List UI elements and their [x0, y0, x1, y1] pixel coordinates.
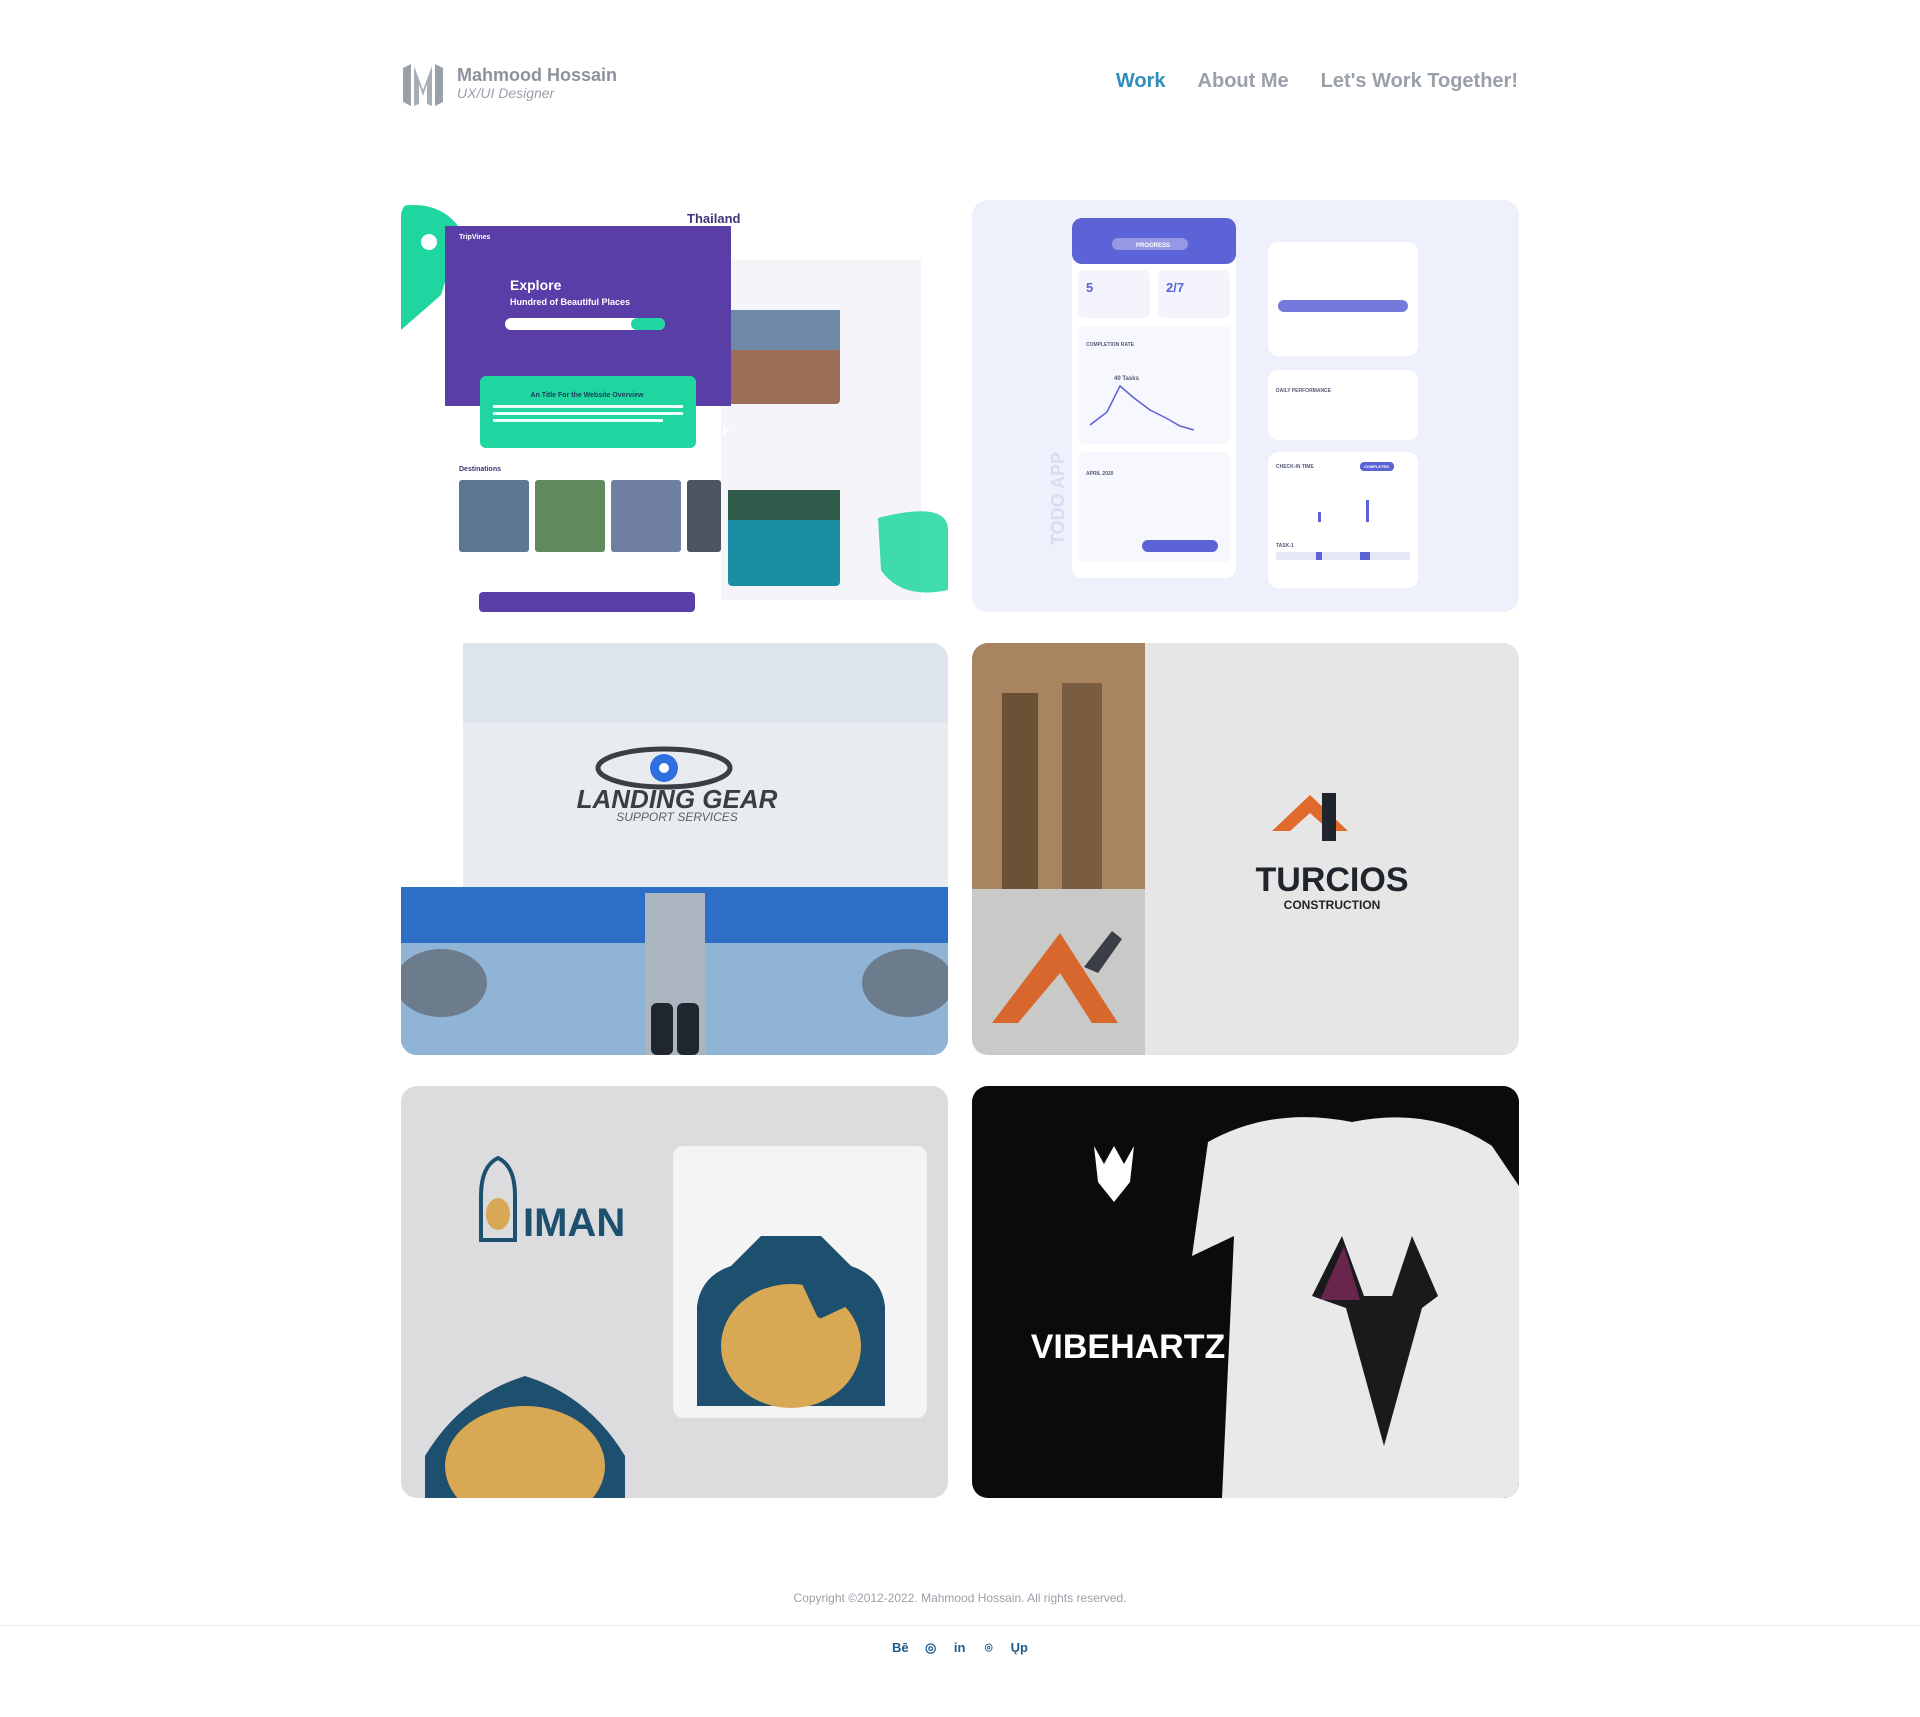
svg-text:COMPLETION RATE: COMPLETION RATE — [1086, 342, 1135, 348]
svg-text:An Title For the Website Overv: An Title For the Website Overview — [531, 392, 644, 399]
svg-text:TASK-1: TASK-1 — [1276, 543, 1294, 549]
svg-text:IMAN: IMAN — [523, 1201, 625, 1245]
svg-text:40 Tasks: 40 Tasks — [1114, 376, 1140, 382]
svg-text:Hundred of Beautiful Places: Hundred of Beautiful Places — [510, 297, 630, 307]
nav-lets-work-together[interactable]: Let's Work Together! — [1321, 70, 1518, 93]
project-landing-gear-image: LANDING GEAR SUPPORT SERVICES — [401, 643, 948, 1055]
footer-divider — [0, 1625, 1920, 1626]
project-tripvines[interactable]: Thailand TripVines Explore Hundred of Be… — [401, 200, 948, 612]
svg-text:APRIL 2020: APRIL 2020 — [1086, 471, 1114, 477]
project-turcios[interactable]: TURCIOS CONSTRUCTION — [972, 643, 1519, 1055]
svg-text:Destinations: Destinations — [459, 466, 501, 473]
svg-text:TURCIOS: TURCIOS — [1256, 861, 1409, 899]
brand-role: UX/UI Designer — [457, 85, 555, 101]
project-todo-app-image: TODO APP PROGRESS 5 2/7 COMPLETION RATE … — [972, 200, 1519, 612]
svg-text:TODO APP: TODO APP — [1048, 452, 1068, 545]
svg-text:Thailand: Thailand — [687, 211, 741, 226]
project-tripvines-image: Thailand TripVines Explore Hundred of Be… — [401, 200, 948, 612]
svg-text:CONSTRUCTION: CONSTRUCTION — [1284, 898, 1381, 912]
site-header: Mahmood Hossain UX/UI Designer Work Abou… — [401, 60, 1518, 110]
social-links: Bē ◎ in ⌾ Ųp — [0, 1640, 1920, 1656]
linkedin-icon[interactable]: in — [953, 1640, 967, 1656]
svg-text:CHECK-IN TIME: CHECK-IN TIME — [1276, 464, 1314, 470]
svg-text:PROGRESS: PROGRESS — [1136, 243, 1170, 249]
instagram-icon[interactable]: ⌾ — [982, 1640, 996, 1656]
svg-text:DAILY PERFORMANCE: DAILY PERFORMANCE — [1276, 388, 1332, 394]
svg-text:VIBEHARTZ: VIBEHARTZ — [1031, 1328, 1226, 1366]
copyright-text: Copyright ©2012-2022. Mahmood Hossain. A… — [793, 1591, 1127, 1605]
nav-about-me[interactable]: About Me — [1198, 70, 1289, 93]
project-todo-app[interactable]: TODO APP PROGRESS 5 2/7 COMPLETION RATE … — [972, 200, 1519, 612]
project-landing-gear[interactable]: LANDING GEAR SUPPORT SERVICES — [401, 643, 948, 1055]
project-vibehartz-image: VIBEHARTZ — [972, 1086, 1519, 1498]
project-vibehartz[interactable]: VIBEHARTZ — [972, 1086, 1519, 1498]
logo-icon — [403, 64, 443, 106]
project-iman-image: IMAN — [401, 1086, 948, 1498]
svg-text:Explore: Explore — [510, 277, 562, 293]
svg-text:COMPLETED: COMPLETED — [1364, 464, 1389, 469]
project-turcios-image: TURCIOS CONSTRUCTION — [972, 643, 1519, 1055]
nav-work[interactable]: Work — [1116, 70, 1166, 93]
svg-text:SUPPORT SERVICES: SUPPORT SERVICES — [616, 810, 738, 824]
svg-text:5: 5 — [1086, 280, 1093, 295]
brand-name: Mahmood Hossain — [457, 65, 618, 85]
main-nav: Work About Me Let's Work Together! — [1116, 70, 1518, 93]
project-iman[interactable]: IMAN — [401, 1086, 948, 1498]
svg-text:2/7: 2/7 — [1166, 280, 1184, 295]
svg-text:TripVines: TripVines — [459, 234, 490, 241]
behance-icon[interactable]: Bē — [892, 1640, 909, 1656]
dribbble-icon[interactable]: ◎ — [924, 1640, 938, 1656]
upwork-icon[interactable]: Ųp — [1011, 1640, 1028, 1656]
